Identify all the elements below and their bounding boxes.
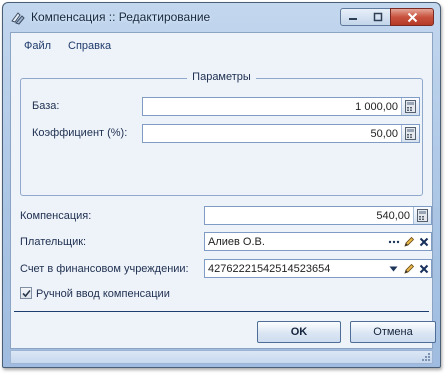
cancel-button[interactable]: Отмена bbox=[350, 321, 436, 343]
dropdown-arrow-icon[interactable] bbox=[386, 260, 401, 277]
dialog-window: Компенсация :: Редактирование Файл Справ… bbox=[2, 2, 441, 368]
compensation-field[interactable]: 540,00 bbox=[204, 206, 432, 225]
compensation-value: 540,00 bbox=[376, 209, 410, 222]
menu-help[interactable]: Справка bbox=[68, 40, 111, 52]
dialog-body: Файл Справка Параметры База: 1 000,00 Ко… bbox=[10, 32, 436, 349]
coefficient-field[interactable]: 50,00 bbox=[142, 124, 420, 143]
status-bar bbox=[10, 350, 433, 364]
parameters-group: Параметры База: 1 000,00 Коэффициент (%)… bbox=[20, 71, 423, 196]
parameters-group-title: Параметры bbox=[187, 71, 256, 83]
manual-entry-checkbox[interactable] bbox=[20, 287, 32, 299]
calculator-icon[interactable] bbox=[401, 125, 419, 142]
checkmark-icon bbox=[21, 289, 31, 297]
clear-x-icon[interactable] bbox=[416, 233, 431, 250]
account-value: 42762221542514523654 bbox=[208, 262, 331, 275]
manual-entry-label[interactable]: Ручной ввод компенсации bbox=[36, 288, 170, 300]
account-field[interactable]: 42762221542514523654 bbox=[204, 259, 432, 278]
compensation-label: Компенсация: bbox=[20, 210, 92, 222]
app-icon bbox=[11, 12, 25, 25]
coefficient-label: Коэффициент (%): bbox=[32, 127, 128, 139]
base-label: База: bbox=[32, 100, 60, 112]
resize-grip-icon[interactable] bbox=[421, 352, 431, 362]
clear-x-icon[interactable] bbox=[416, 260, 431, 277]
ok-button[interactable]: OK bbox=[257, 321, 341, 343]
maximize-button[interactable] bbox=[365, 8, 390, 26]
edit-pencil-icon[interactable] bbox=[401, 233, 416, 250]
calculator-icon[interactable] bbox=[413, 207, 431, 224]
menu-file[interactable]: Файл bbox=[24, 40, 51, 52]
footer-divider bbox=[14, 311, 429, 312]
payer-label: Плательщик: bbox=[20, 236, 87, 248]
base-field[interactable]: 1 000,00 bbox=[142, 97, 420, 116]
maximize-icon bbox=[373, 12, 382, 22]
minimize-button[interactable] bbox=[340, 8, 366, 26]
ellipsis-icon[interactable] bbox=[386, 233, 401, 250]
window-title: Компенсация :: Редактирование bbox=[31, 10, 211, 24]
minimize-icon bbox=[349, 18, 357, 20]
payer-field[interactable]: Алиев О.В. bbox=[204, 232, 432, 251]
base-value: 1 000,00 bbox=[355, 100, 398, 113]
title-bar[interactable]: Компенсация :: Редактирование bbox=[3, 3, 440, 31]
coefficient-value: 50,00 bbox=[370, 127, 398, 140]
payer-value: Алиев О.В. bbox=[208, 235, 265, 248]
account-label: Счет в финансовом учреждении: bbox=[20, 263, 189, 275]
calculator-icon[interactable] bbox=[401, 98, 419, 115]
close-button[interactable] bbox=[390, 8, 434, 26]
menu-bar: Файл Справка bbox=[11, 33, 432, 55]
edit-pencil-icon[interactable] bbox=[401, 260, 416, 277]
close-icon bbox=[407, 12, 417, 22]
